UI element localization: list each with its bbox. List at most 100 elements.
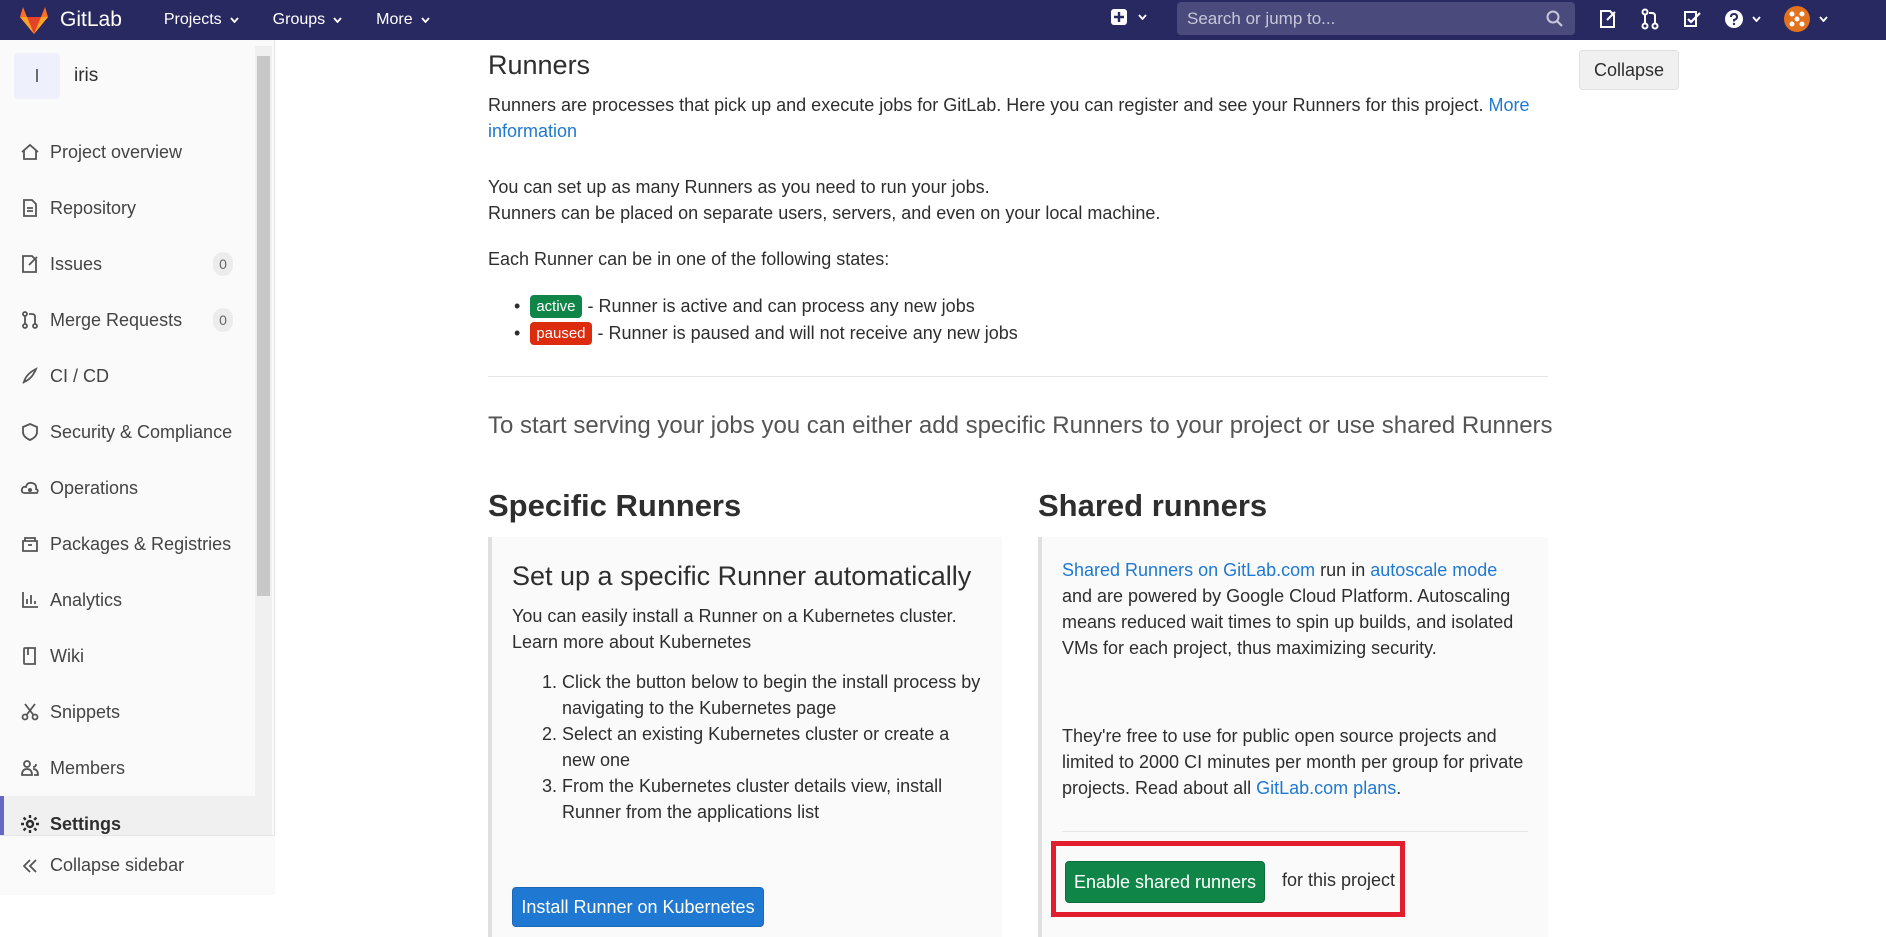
book-icon xyxy=(23,647,36,665)
sidebar-item-label: Snippets xyxy=(50,701,121,722)
sidebar-item-label: Operations xyxy=(50,477,139,498)
sidebar-item-label: Analytics xyxy=(50,589,123,610)
state-description: - Runner is active and can process any n… xyxy=(587,296,975,316)
gear-icon xyxy=(21,815,39,833)
specific-runner-panel-title: Set up a specific Runner automatically xyxy=(512,561,972,591)
shared-runners-gitlab-link[interactable]: Shared Runners on GitLab.com xyxy=(1062,560,1315,580)
gitlab-plans-link[interactable]: GitLab.com plans xyxy=(1256,778,1396,798)
help-icon xyxy=(1725,10,1743,28)
runners-lead-text: To start serving your jobs you can eithe… xyxy=(488,412,1553,439)
learn-more-kubernetes-link[interactable]: Learn more about Kubernetes xyxy=(512,629,751,655)
sidebar-item-wiki[interactable]: Wiki xyxy=(0,628,255,684)
merge-request-icon xyxy=(22,311,38,329)
issues-nav-button[interactable] xyxy=(1598,9,1618,29)
sidebar-item-operations[interactable]: Operations xyxy=(0,460,255,516)
sidebar-item-issues[interactable]: Issues 0 xyxy=(0,236,255,292)
setup-line-2: Runners can be placed on separate users,… xyxy=(488,203,1161,223)
status-badge-active: active xyxy=(530,295,582,318)
enable-suffix-text: for this project xyxy=(1282,870,1396,890)
sidebar-item-ci-cd[interactable]: CI / CD xyxy=(0,348,255,404)
setup-line-1: You can set up as many Runners as you ne… xyxy=(488,177,990,197)
users-icon xyxy=(21,760,39,776)
shared-runners-paragraph-1: Shared Runners on GitLab.com run in auto… xyxy=(1062,557,1532,661)
sidebar-item-project-overview[interactable]: Project overview xyxy=(0,124,255,180)
sidebar-item-snippets[interactable]: Snippets xyxy=(0,684,255,740)
nav-projects[interactable]: Projects xyxy=(164,11,239,29)
nav-icons xyxy=(1598,5,1828,33)
states-intro: Each Runner can be in one of the followi… xyxy=(488,249,890,269)
sidebar-item-label: CI / CD xyxy=(50,365,110,386)
sidebar-item-security-compliance[interactable]: Security & Compliance xyxy=(0,404,255,460)
sidebar-item-repository[interactable]: Repository xyxy=(0,180,255,236)
list-item: Click the button below to begin the inst… xyxy=(562,669,982,721)
install-steps-list: Click the button below to begin the inst… xyxy=(542,669,982,825)
collapse-button[interactable]: Collapse xyxy=(1579,50,1679,90)
collapse-sidebar-label: Collapse sidebar xyxy=(50,855,185,875)
sidebar-item-label: Project overview xyxy=(50,141,183,162)
help-dropdown-button[interactable] xyxy=(1724,9,1761,29)
search-icon xyxy=(1546,10,1563,27)
shield-icon xyxy=(22,423,38,441)
specific-runners-heading: Specific Runners xyxy=(488,488,742,523)
sidebar-scrollbar[interactable] xyxy=(255,46,272,844)
search-input[interactable]: Search or jump to... xyxy=(1177,2,1575,35)
shared-runners-panel: Shared Runners on GitLab.com run in auto… xyxy=(1038,537,1548,937)
collapse-sidebar-button[interactable]: Collapse sidebar xyxy=(0,835,275,895)
list-item: Select an existing Kubernetes cluster or… xyxy=(562,721,982,773)
nav-groups-label: Groups xyxy=(272,11,326,28)
sidebar-item-analytics[interactable]: Analytics xyxy=(0,572,255,628)
list-item: active - Runner is active and can proces… xyxy=(514,293,1018,320)
sidebar-scrollbar-thumb[interactable] xyxy=(257,56,270,596)
rocket-icon xyxy=(22,367,38,384)
avatar xyxy=(1784,6,1810,32)
project-name: iris xyxy=(74,65,99,86)
issues-icon xyxy=(1600,10,1616,28)
chevron-down-icon xyxy=(1752,16,1761,22)
sidebar-item-packages-registries[interactable]: Packages & Registries xyxy=(0,516,255,572)
sidebar-item-label: Issues xyxy=(50,253,103,274)
sidebar-item-merge-requests[interactable]: Merge Requests 0 xyxy=(0,292,255,348)
new-dropdown-button[interactable] xyxy=(1110,8,1147,26)
chevron-down-icon xyxy=(1138,14,1147,20)
p2-end: . xyxy=(1396,778,1402,798)
todo-check-icon xyxy=(1684,11,1701,27)
nav-more[interactable]: More xyxy=(376,11,430,29)
merge-requests-nav-button[interactable] xyxy=(1640,8,1660,30)
enable-shared-runners-highlight: Enable shared runners for this project xyxy=(1051,841,1405,917)
runners-intro-text: Runners are processes that pick up and e… xyxy=(488,95,1484,115)
project-header[interactable]: I iris xyxy=(14,53,98,99)
p1-text-2: and are powered by Google Cloud Platform… xyxy=(1062,586,1514,658)
sidebar: I iris Project overview Repository Issue… xyxy=(0,40,275,895)
more-link-part2: information xyxy=(488,121,578,141)
issues-icon xyxy=(22,255,38,273)
divider xyxy=(1062,831,1528,832)
doc-icon xyxy=(23,199,37,217)
search-placeholder: Search or jump to... xyxy=(1187,8,1336,28)
brand[interactable]: GitLab xyxy=(18,5,122,35)
list-item: paused - Runner is paused and will not r… xyxy=(514,320,1018,347)
install-runner-kubernetes-button[interactable]: Install Runner on Kubernetes xyxy=(512,887,764,927)
package-icon xyxy=(22,537,38,552)
sidebar-item-label: Security & Compliance xyxy=(50,421,233,442)
status-badge-paused: paused xyxy=(530,322,592,345)
enable-shared-runners-button[interactable]: Enable shared runners xyxy=(1065,861,1265,903)
chevron-down-icon xyxy=(420,17,430,23)
nav-groups[interactable]: Groups xyxy=(273,11,342,29)
merge-requests-count-badge: 0 xyxy=(213,308,233,332)
scissors-icon xyxy=(21,703,39,721)
autoscale-mode-link[interactable]: autoscale mode xyxy=(1370,560,1497,580)
nav-more-label: More xyxy=(376,11,413,28)
sidebar-item-members[interactable]: Members xyxy=(0,740,255,796)
more-link-part1: More xyxy=(1488,95,1530,115)
todos-nav-button[interactable] xyxy=(1682,9,1702,29)
merge-request-icon xyxy=(1641,8,1659,30)
sidebar-item-label: Settings xyxy=(50,813,122,834)
specific-runner-panel: Set up a specific Runner automatically Y… xyxy=(488,537,1002,937)
kubernetes-description: You can easily install a Runner on a Kub… xyxy=(512,606,957,626)
user-menu-button[interactable] xyxy=(1783,5,1828,33)
issues-count-badge: 0 xyxy=(213,252,233,276)
p1-text-1: run in xyxy=(1320,560,1366,580)
shared-runners-heading: Shared runners xyxy=(1038,488,1268,523)
home-icon xyxy=(21,143,39,160)
state-description: - Runner is paused and will not receive … xyxy=(597,323,1018,343)
